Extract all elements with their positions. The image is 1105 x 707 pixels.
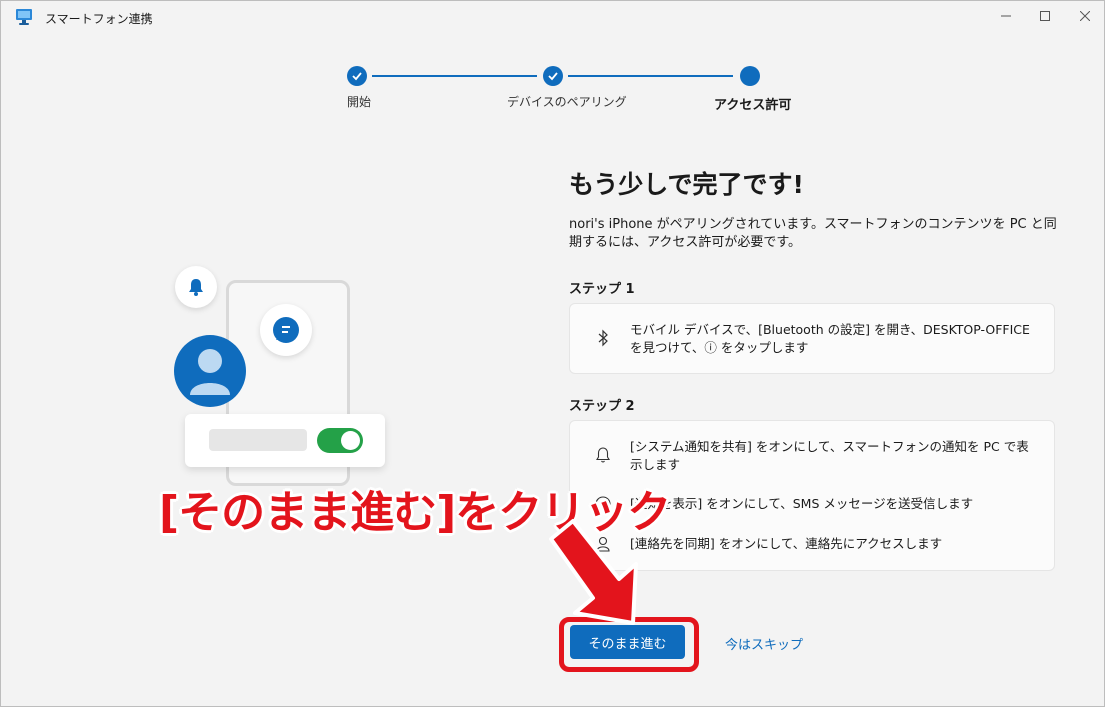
- bell-bubble: [175, 266, 217, 308]
- step1-card: モバイル デバイスで、[Bluetooth の設定] を開き、DESKTOP-O…: [569, 303, 1055, 374]
- chat-icon: [273, 317, 299, 343]
- close-button[interactable]: [1062, 1, 1104, 31]
- skip-link[interactable]: 今はスキップ: [725, 634, 803, 653]
- minimize-icon: [1001, 15, 1011, 17]
- step2-instruction-contacts: [連絡先を同期] をオンにして、連絡先にアクセスします: [630, 536, 943, 551]
- step2-instruction-messages: [通知を表示] をオンにして、SMS メッセージを送受信します: [630, 496, 974, 511]
- toggle-knob: [341, 431, 360, 450]
- placeholder-bar: [209, 429, 307, 451]
- window-title: スマートフォン連携: [45, 12, 153, 26]
- step2-instruction-notifications: [システム通知を共有] をオンにして、スマートフォンの通知を PC で表示します: [630, 439, 1029, 472]
- title-bar: スマートフォン連携: [1, 1, 1104, 33]
- step-label-pairing: デバイスのペアリング: [507, 95, 627, 109]
- checkmark-icon: [352, 72, 362, 81]
- step2-title: ステップ 2: [569, 399, 635, 414]
- step-connector: [372, 75, 537, 77]
- app-window: スマートフォン連携 開始 デバイスのペアリング アクセス許可 もう少しで完了です…: [0, 0, 1105, 707]
- step1-instruction: モバイル デバイスで、[Bluetooth の設定] を開き、DESKTOP-O…: [630, 322, 1030, 355]
- maximize-icon: [1040, 11, 1050, 21]
- toggle-card-illustration: [185, 414, 385, 467]
- phone-link-app-icon: [15, 8, 33, 26]
- annotation-highlight-box: [559, 617, 699, 672]
- bell-icon: [189, 279, 203, 296]
- message-bubble: [260, 304, 312, 356]
- bluetooth-icon: [598, 329, 608, 347]
- page-heading: もう少しで完了です!: [569, 170, 804, 199]
- toggle-on-illustration: [317, 428, 363, 453]
- annotation-instruction-text: [そのまま進む]をクリック: [159, 487, 671, 538]
- step-start-done-indicator: [347, 66, 367, 86]
- bell-icon: [596, 447, 610, 463]
- step1-title: ステップ 1: [569, 282, 635, 297]
- close-icon: [1080, 11, 1090, 21]
- step-label-permission: アクセス許可: [714, 98, 792, 113]
- step-permission-current-indicator: [740, 66, 760, 86]
- contact-avatar-icon: [174, 335, 246, 407]
- step-label-start: 開始: [347, 95, 372, 109]
- checkmark-icon: [548, 72, 558, 81]
- step-connector: [568, 75, 733, 77]
- step-pairing-done-indicator: [543, 66, 563, 86]
- page-description: nori's iPhone がペアリングされています。スマートフォンのコンテンツ…: [569, 217, 1057, 250]
